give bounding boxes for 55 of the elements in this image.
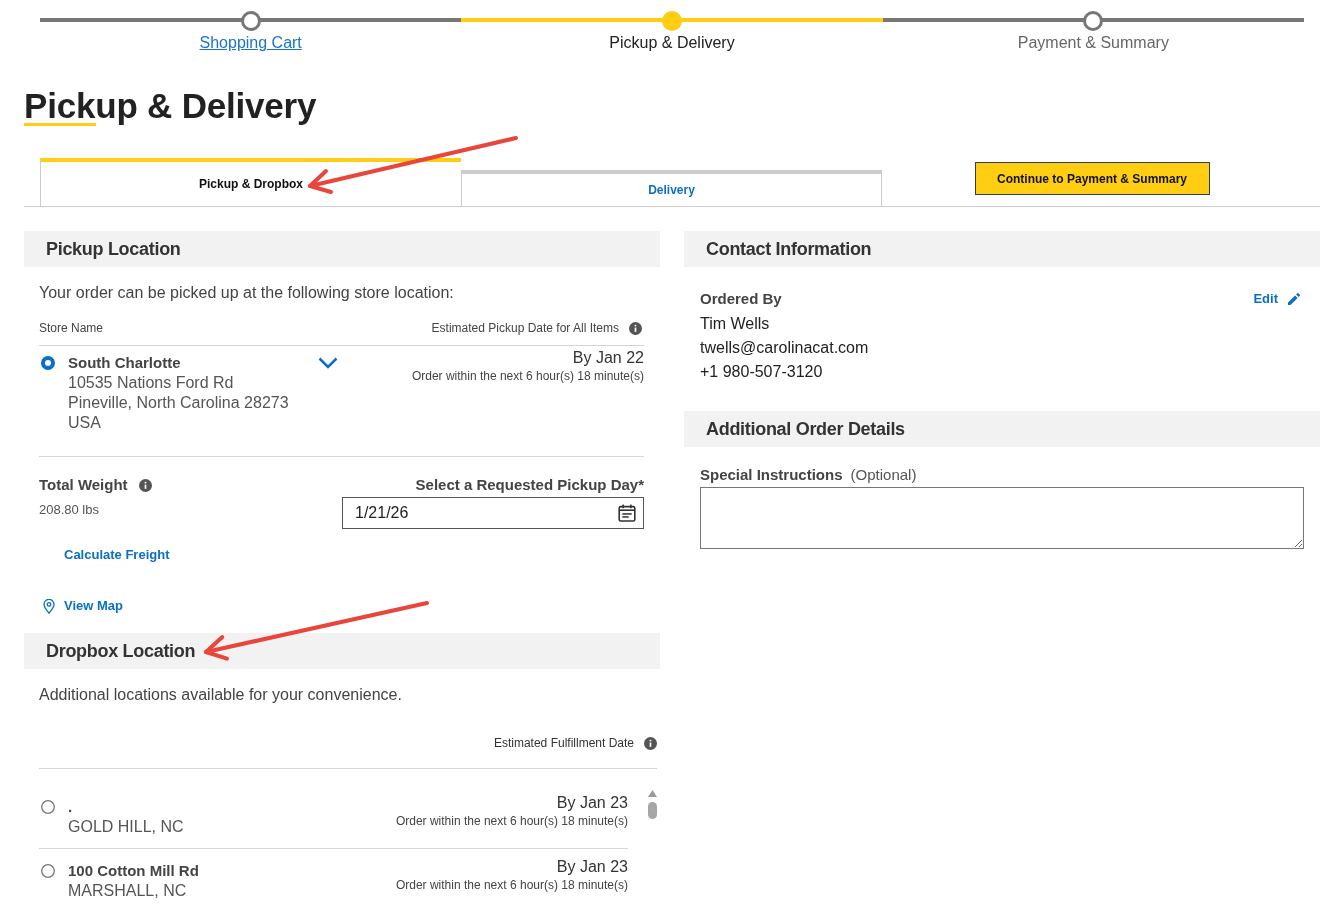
location-pin-icon bbox=[43, 598, 55, 614]
calendar-icon[interactable] bbox=[618, 504, 636, 522]
contact-name: Tim Wells bbox=[700, 314, 771, 334]
intro-text: Additional locations available for your convenience. bbox=[39, 685, 403, 705]
section-heading: Contact Information bbox=[684, 231, 1320, 267]
pencil-icon bbox=[1288, 293, 1300, 305]
section-heading: Additional Order Details bbox=[684, 411, 1320, 447]
info-icon[interactable] bbox=[138, 478, 152, 492]
address-line: Pineville, North Carolina 28273 bbox=[68, 393, 290, 413]
contact-email: twells@carolinacat.com bbox=[700, 338, 870, 358]
info-icon[interactable] bbox=[644, 736, 657, 750]
weight-value: 208.80 lbs bbox=[39, 502, 100, 518]
field-label: Special Instructions bbox=[700, 465, 843, 485]
intro-text: Your order can be picked up at the following store location: bbox=[39, 283, 455, 303]
section-heading: Pickup Location bbox=[24, 231, 660, 267]
order-cutoff: Order within the next 6 hour(s) 18 minute(s) bbox=[410, 368, 644, 384]
ordered-by-label: Ordered By bbox=[700, 289, 782, 309]
address-line: USA bbox=[68, 413, 102, 433]
column-header: Store Name bbox=[39, 320, 104, 336]
location-city: MARSHALL, NC bbox=[68, 881, 188, 901]
weight-label: Total Weight bbox=[39, 475, 128, 495]
location-name: . bbox=[68, 797, 74, 817]
radio-button[interactable] bbox=[41, 356, 55, 370]
step-label: Payment & Summary bbox=[1017, 33, 1169, 53]
step-label: Pickup & Delivery bbox=[609, 33, 735, 53]
scrollbar-thumb[interactable] bbox=[648, 802, 657, 819]
order-cutoff: Order within the next 6 hour(s) 18 minute(s) bbox=[394, 813, 628, 829]
radio-button[interactable] bbox=[41, 864, 55, 878]
store-name: South Charlotte bbox=[68, 353, 182, 373]
tab[interactable]: Delivery bbox=[461, 170, 882, 206]
optional-hint: (Optional) bbox=[850, 465, 917, 485]
field-label: Select a Requested Pickup Day* bbox=[415, 475, 644, 495]
continue-button[interactable]: Continue to Payment & Summary bbox=[974, 162, 1210, 195]
column-header: Estimated Fulfillment Date bbox=[493, 735, 634, 751]
date-field[interactable]: 1/21/26 bbox=[342, 497, 644, 529]
column-header: Estimated Pickup Date for All Items bbox=[431, 320, 619, 336]
chevron-down-icon[interactable] bbox=[318, 357, 338, 369]
fulfillment-date: By Jan 23 bbox=[555, 857, 628, 877]
view-map-link[interactable]: View Map bbox=[64, 598, 123, 614]
calculate-freight-link[interactable]: Calculate Freight bbox=[64, 547, 170, 563]
contact-phone: +1 980-507-3120 bbox=[700, 362, 824, 382]
location-name: 100 Cotton Mill Rd bbox=[68, 861, 200, 881]
step-link[interactable]: Shopping Cart bbox=[199, 33, 302, 53]
address-line: 10535 Nations Ford Rd bbox=[68, 373, 235, 393]
pickup-date: By Jan 22 bbox=[571, 348, 644, 368]
instructions-field[interactable] bbox=[700, 487, 1304, 549]
tab[interactable]: Pickup & Dropbox bbox=[40, 158, 461, 206]
info-icon[interactable] bbox=[629, 321, 642, 335]
scroll-up-icon[interactable] bbox=[648, 790, 657, 797]
radio-button[interactable] bbox=[41, 800, 55, 814]
section-heading: Dropbox Location bbox=[24, 633, 660, 669]
location-city: GOLD HILL, NC bbox=[68, 817, 185, 837]
edit-link[interactable]: Edit bbox=[1253, 291, 1300, 307]
order-cutoff: Order within the next 6 hour(s) 18 minute(s) bbox=[394, 877, 628, 893]
fulfillment-date: By Jan 23 bbox=[555, 793, 628, 813]
